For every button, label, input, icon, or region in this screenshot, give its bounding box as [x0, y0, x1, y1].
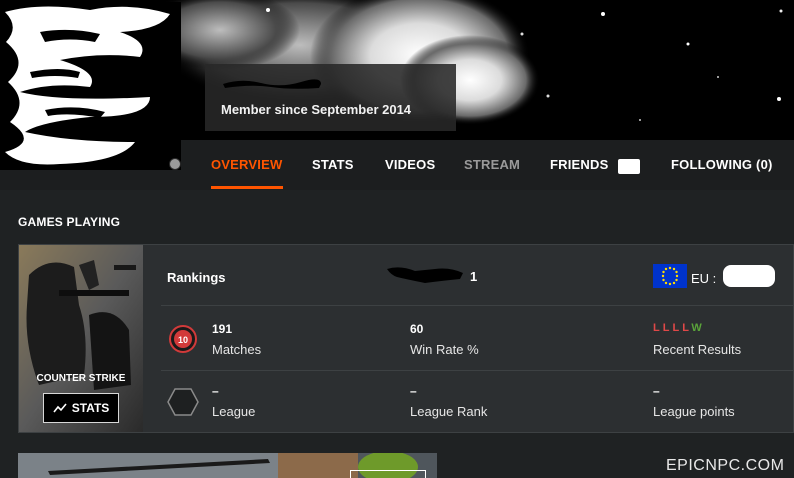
tab-stream[interactable]: STREAM [464, 157, 520, 172]
eu-flag-icon [653, 264, 687, 288]
tab-stats[interactable]: STATS [312, 157, 354, 172]
win-rate-label: Win Rate % [410, 342, 479, 357]
game-cover-title: COUNTER STRIKE [37, 373, 126, 384]
recent-result-5: W [691, 322, 705, 334]
league-points-value: – [653, 384, 660, 398]
member-info-box: Member since September 2014 [205, 64, 456, 131]
redacted-friends-count [618, 159, 640, 174]
skill-level-icon: 10 [169, 325, 197, 353]
recent-results-label: Recent Results [653, 342, 742, 357]
win-rate-value: 60 [410, 322, 424, 336]
league-value: – [212, 384, 219, 398]
trend-chart-icon [53, 403, 67, 413]
matches-label: Matches [212, 342, 262, 357]
next-card-stats-button[interactable] [350, 470, 426, 478]
row-divider [161, 370, 794, 371]
avatar-image [0, 2, 181, 170]
rankings-label: Rankings [167, 270, 226, 285]
tab-friends[interactable]: FRIENDS [550, 157, 608, 172]
recent-results: LLLLW [653, 322, 705, 334]
tab-overview[interactable]: OVERVIEW [211, 157, 282, 172]
active-tab-indicator [211, 186, 283, 189]
league-rank-label: League Rank [410, 404, 488, 419]
tab-videos[interactable]: VIDEOS [385, 157, 435, 172]
avatar[interactable] [0, 2, 181, 170]
league-points-label: League points [653, 404, 735, 419]
game-stats-button[interactable]: STATS [43, 393, 119, 423]
ranking-value: 1 [470, 269, 478, 284]
recent-result-2: L [662, 322, 673, 334]
watermark-text: EPICNPC.COM [666, 457, 785, 474]
skill-level-value: 10 [178, 335, 188, 345]
section-title-games-playing: GAMES PLAYING [18, 215, 121, 229]
recent-result-3: L [672, 322, 683, 334]
league-label: League [212, 404, 256, 419]
member-since-text: Member since September 2014 [221, 102, 412, 117]
game-stats-button-label: STATS [71, 401, 110, 415]
matches-value: 191 [212, 322, 233, 336]
league-rank-value: – [410, 384, 417, 398]
redacted-region-name [723, 265, 775, 287]
league-hexagon-icon [167, 388, 199, 416]
tab-following[interactable]: FOLLOWING (0) [671, 157, 773, 172]
game-card-csgo: COUNTER STRIKE STATS Rankings 1 EU : 10 … [18, 244, 794, 433]
redacted-rank-name [387, 267, 463, 283]
online-status-indicator [169, 158, 181, 170]
recent-result-4: L [682, 322, 692, 334]
row-divider [161, 305, 794, 306]
recent-result-1: L [653, 322, 663, 334]
region-label: EU : [691, 271, 717, 286]
game-cover[interactable]: COUNTER STRIKE STATS [19, 245, 143, 432]
redacted-username [223, 79, 321, 89]
